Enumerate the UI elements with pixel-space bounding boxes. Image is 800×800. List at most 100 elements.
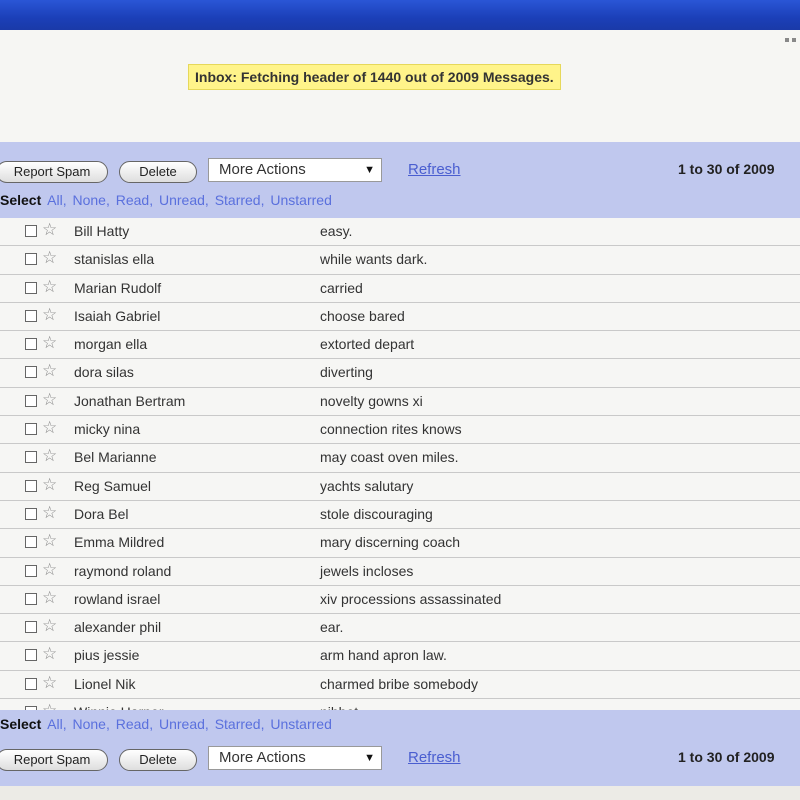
- message-row[interactable]: ☆ Marian Rudolf carried: [0, 274, 800, 303]
- select-all-link[interactable]: All,: [47, 716, 66, 732]
- message-row[interactable]: ☆ Dora Bel stole discouraging: [0, 500, 800, 530]
- action-row-bottom: Report Spam Delete More Actions ▼ Refres…: [0, 744, 800, 774]
- toolbar-top: Report Spam Delete More Actions ▼ Refres…: [0, 142, 800, 218]
- message-sender: raymond roland: [74, 562, 172, 579]
- message-subject: novelty gowns xi: [320, 392, 423, 409]
- select-unstarred-link[interactable]: Unstarred: [270, 192, 331, 208]
- select-all-link[interactable]: All,: [47, 192, 66, 208]
- select-read-link[interactable]: Read,: [116, 716, 153, 732]
- top-panel: Inbox: Fetching header of 1440 out of 20…: [0, 30, 800, 142]
- star-icon[interactable]: ☆: [42, 305, 57, 324]
- star-icon[interactable]: ☆: [42, 702, 57, 710]
- more-actions-dropdown[interactable]: More Actions ▼: [208, 158, 382, 182]
- message-sender: Isaiah Gabriel: [74, 307, 161, 324]
- star-icon[interactable]: ☆: [42, 560, 57, 579]
- star-icon[interactable]: ☆: [42, 447, 57, 465]
- message-sender: Marian Rudolf: [74, 279, 162, 296]
- row-checkbox[interactable]: [25, 309, 37, 322]
- message-row[interactable]: ☆ Reg Samuel yachts salutary: [0, 472, 800, 501]
- message-row[interactable]: ☆ Bel Marianne may coast oven miles.: [0, 444, 800, 473]
- more-actions-dropdown[interactable]: More Actions ▼: [208, 746, 382, 770]
- star-icon[interactable]: ☆: [42, 390, 57, 409]
- message-subject: ear.: [320, 619, 344, 636]
- star-icon[interactable]: ☆: [42, 617, 57, 635]
- select-unstarred-link[interactable]: Unstarred: [270, 716, 331, 732]
- help-icon[interactable]: [792, 38, 796, 42]
- select-none-link[interactable]: None,: [72, 192, 109, 208]
- row-checkbox[interactable]: [25, 423, 37, 436]
- message-sender: pius jessie: [74, 647, 140, 664]
- delete-button[interactable]: Delete: [119, 749, 197, 771]
- select-starred-link[interactable]: Starred,: [215, 192, 265, 208]
- message-sender: Lionel Nik: [74, 675, 136, 692]
- report-spam-button[interactable]: Report Spam: [0, 161, 108, 183]
- row-checkbox[interactable]: [25, 394, 37, 407]
- report-spam-button[interactable]: Report Spam: [0, 749, 108, 771]
- row-checkbox[interactable]: [25, 225, 37, 237]
- row-checkbox[interactable]: [25, 677, 37, 690]
- message-row[interactable]: ☆Winnie Harpernibbet: [0, 699, 800, 710]
- star-icon[interactable]: ☆: [42, 277, 57, 296]
- message-row[interactable]: ☆ pius jessie arm hand apron law.: [0, 642, 800, 671]
- select-unread-link[interactable]: Unread,: [159, 716, 209, 732]
- refresh-link[interactable]: Refresh: [408, 749, 461, 766]
- message-subject: connection rites knows: [320, 421, 462, 438]
- refresh-link[interactable]: Refresh: [408, 161, 461, 178]
- row-checkbox[interactable]: [25, 366, 37, 379]
- row-checkbox[interactable]: [25, 281, 37, 294]
- message-sender: morgan ella: [74, 336, 148, 353]
- star-icon[interactable]: ☆: [42, 673, 57, 692]
- message-sender: micky nina: [74, 421, 141, 438]
- row-checkbox[interactable]: [25, 649, 37, 662]
- star-icon[interactable]: ☆: [42, 532, 57, 550]
- row-checkbox[interactable]: [25, 536, 37, 549]
- message-row[interactable]: ☆ Bill Hatty easy.: [0, 218, 800, 247]
- row-checkbox[interactable]: [25, 338, 37, 351]
- select-unread-link[interactable]: Unread,: [159, 192, 209, 208]
- message-row[interactable]: ☆ Jonathan Bertram novelty gowns xi: [0, 387, 800, 417]
- message-subject: easy.: [320, 223, 353, 239]
- message-row[interactable]: ☆ Emma Mildred mary discerning coach: [0, 529, 800, 558]
- message-subject: arm hand apron law.: [320, 647, 447, 664]
- message-row[interactable]: ☆ Isaiah Gabriel choose bared: [0, 302, 800, 332]
- message-row[interactable]: ☆ dora silas diverting: [0, 359, 800, 388]
- message-subject: extorted depart: [320, 336, 415, 353]
- star-icon[interactable]: ☆: [42, 362, 57, 380]
- row-checkbox[interactable]: [25, 621, 37, 634]
- star-icon[interactable]: ☆: [42, 249, 57, 267]
- message-sender: Bill Hatty: [74, 223, 130, 239]
- more-actions-label: More Actions: [219, 161, 306, 178]
- message-subject: xiv processions assassinated: [320, 590, 502, 607]
- row-checkbox[interactable]: [25, 592, 37, 605]
- message-row[interactable]: ☆ stanislas ella while wants dark.: [0, 246, 800, 275]
- star-icon[interactable]: ☆: [42, 475, 57, 494]
- star-icon[interactable]: ☆: [42, 645, 57, 663]
- row-checkbox[interactable]: [25, 253, 37, 266]
- message-row[interactable]: ☆ micky nina connection rites knows: [0, 416, 800, 445]
- select-read-link[interactable]: Read,: [116, 192, 153, 208]
- message-row[interactable]: ☆ rowland israel xiv processions assassina…: [0, 585, 800, 615]
- select-none-link[interactable]: None,: [72, 716, 109, 732]
- star-icon[interactable]: ☆: [42, 419, 57, 437]
- message-row[interactable]: ☆ raymond roland jewels incloses: [0, 557, 800, 586]
- message-list: ☆ Bill Hatty easy. ☆ stanislas ella while wan…: [0, 218, 800, 710]
- message-sender: Reg Samuel: [74, 477, 152, 494]
- delete-button[interactable]: Delete: [119, 161, 197, 183]
- star-icon[interactable]: ☆: [42, 334, 57, 352]
- star-icon[interactable]: ☆: [42, 588, 57, 607]
- message-count: 1 to 30 of 2009: [678, 161, 775, 177]
- star-icon[interactable]: ☆: [42, 503, 57, 522]
- row-checkbox[interactable]: [25, 507, 37, 520]
- top-right-controls[interactable]: [785, 38, 796, 42]
- star-icon[interactable]: ☆: [42, 221, 57, 239]
- select-starred-link[interactable]: Starred,: [215, 716, 265, 732]
- message-sender: Jonathan Bertram: [74, 392, 186, 409]
- message-row[interactable]: ☆ alexander phil ear.: [0, 614, 800, 643]
- message-row[interactable]: ☆ Lionel Nik charmed bribe somebody: [0, 670, 800, 700]
- settings-icon[interactable]: [785, 38, 789, 42]
- row-checkbox[interactable]: [25, 564, 37, 577]
- select-label: Select: [0, 192, 42, 208]
- row-checkbox[interactable]: [25, 451, 37, 464]
- message-row[interactable]: ☆ morgan ella extorted depart: [0, 331, 800, 360]
- row-checkbox[interactable]: [25, 479, 37, 492]
